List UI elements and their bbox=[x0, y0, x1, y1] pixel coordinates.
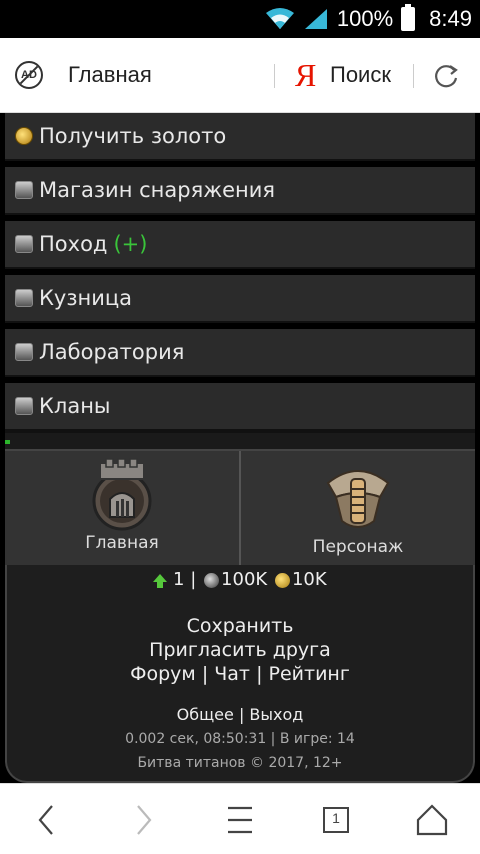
menu-item-label: Кузница bbox=[39, 286, 133, 310]
yandex-logo[interactable]: Я bbox=[295, 56, 316, 94]
status-bar-right: 100% 8:49 bbox=[265, 0, 472, 38]
forward-icon[interactable] bbox=[126, 802, 162, 838]
status-bar: 100% 8:49 bbox=[0, 0, 480, 38]
reload-icon[interactable] bbox=[432, 62, 460, 90]
game-footer: 1 | 100K 10K Сохранить Пригласить друга … bbox=[5, 565, 475, 783]
tile-character[interactable]: Персонаж bbox=[241, 451, 475, 565]
menu-item-label: Кланы bbox=[39, 394, 111, 418]
menu-item[interactable]: Кланы bbox=[5, 383, 475, 431]
tabs-count: 1 bbox=[332, 810, 340, 826]
invite-link-row: Пригласить друга bbox=[7, 639, 473, 661]
battery-icon bbox=[401, 4, 416, 31]
browser-bottom-nav: 1 bbox=[0, 783, 480, 854]
nav-tiles: Главная Персонаж bbox=[5, 449, 475, 565]
level-up-icon bbox=[153, 574, 168, 588]
menu-item[interactable]: Магазин снаряжения bbox=[5, 167, 475, 215]
menu-item[interactable]: Лаборатория bbox=[5, 329, 475, 377]
signal-icon bbox=[304, 9, 327, 29]
rating-link[interactable]: Рейтинг bbox=[269, 663, 350, 685]
wifi-icon bbox=[265, 8, 294, 29]
gold-value: 10K bbox=[291, 569, 327, 590]
tile-main[interactable]: Главная bbox=[5, 451, 241, 565]
lab-icon bbox=[15, 343, 33, 361]
search-button[interactable]: Поиск bbox=[330, 62, 391, 88]
divider bbox=[413, 64, 414, 88]
menu-item-label: Поход bbox=[39, 232, 108, 256]
progress-fill bbox=[5, 440, 10, 444]
tile-main-label: Главная bbox=[85, 533, 159, 553]
copyright: Битва титанов © 2017, 12+ bbox=[137, 755, 343, 771]
link-separator: | bbox=[201, 663, 209, 685]
tile-character-label: Персонаж bbox=[312, 537, 404, 557]
invite-friend-link[interactable]: Пригласить друга bbox=[149, 639, 331, 661]
menu-item-badge: (+) bbox=[113, 232, 148, 256]
chat-link[interactable]: Чат bbox=[214, 663, 250, 685]
server-stats: 0.002 сек, 08:50:31 | В игре: 14 bbox=[125, 731, 355, 747]
adblock-icon[interactable]: AD bbox=[15, 61, 43, 89]
gold-coin-icon bbox=[15, 127, 33, 145]
tabs-button[interactable]: 1 bbox=[318, 802, 354, 838]
link-separator: | bbox=[238, 705, 245, 724]
save-link[interactable]: Сохранить bbox=[187, 615, 294, 637]
link-separator: | bbox=[256, 663, 263, 685]
home-icon[interactable] bbox=[414, 802, 450, 838]
silver-value: 100K bbox=[221, 569, 268, 590]
page-title[interactable]: Главная bbox=[68, 62, 152, 88]
adblock-label: AD bbox=[21, 69, 37, 81]
account-links: Общее | Выход bbox=[7, 705, 473, 724]
progress-strip bbox=[5, 431, 475, 449]
menu-item-label: Лаборатория bbox=[39, 340, 185, 364]
armor-icon bbox=[326, 470, 390, 528]
clock: 8:49 bbox=[429, 6, 472, 31]
resources-line: 1 | 100K 10K bbox=[7, 569, 473, 590]
castle-tower-icon bbox=[92, 458, 152, 531]
battery-percent: 100% bbox=[336, 6, 394, 31]
browser-toolbar: AD Главная Я Поиск bbox=[0, 38, 480, 113]
menu-item-label: Получить золото bbox=[39, 124, 227, 148]
silver-icon bbox=[204, 572, 220, 588]
menu-item[interactable]: Кузница bbox=[5, 275, 475, 323]
menu-item[interactable]: Получить золото bbox=[5, 113, 475, 161]
campaign-icon bbox=[15, 235, 33, 253]
menu-icon[interactable] bbox=[222, 802, 258, 838]
back-icon[interactable] bbox=[28, 802, 64, 838]
general-link[interactable]: Общее bbox=[177, 705, 234, 724]
divider bbox=[274, 64, 275, 88]
level-value: 1 bbox=[173, 569, 185, 590]
game-page: Получить золото Магазин снаряжения Поход (+… bbox=[0, 113, 480, 783]
forum-link[interactable]: Форум bbox=[130, 663, 196, 685]
clans-icon bbox=[15, 397, 33, 415]
menu-item-label: Магазин снаряжения bbox=[39, 178, 276, 202]
menu-item[interactable]: Поход (+) bbox=[5, 221, 475, 269]
gold-icon bbox=[274, 572, 290, 588]
resource-separator: | bbox=[190, 569, 197, 590]
shop-icon bbox=[15, 181, 33, 199]
save-link-row: Сохранить bbox=[7, 615, 473, 637]
forge-icon bbox=[15, 289, 33, 307]
logout-link[interactable]: Выход bbox=[249, 705, 303, 724]
community-links: Форум | Чат | Рейтинг bbox=[7, 663, 473, 685]
